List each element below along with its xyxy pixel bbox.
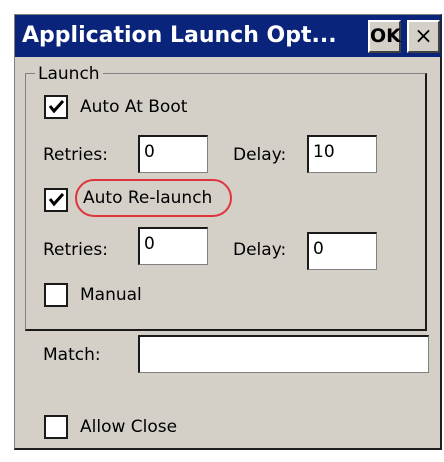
auto-at-boot-delay-label: Delay: [233, 145, 287, 165]
match-label: Match: [43, 345, 101, 365]
auto-at-boot-retries-label: Retries: [43, 145, 108, 165]
auto-at-boot-checkbox[interactable] [44, 95, 68, 119]
title-bar: Application Launch Opt... OK × [15, 15, 441, 57]
auto-relaunch-checkbox[interactable] [44, 188, 68, 212]
check-icon [48, 192, 65, 207]
auto-relaunch-retries-label: Retries: [43, 240, 108, 260]
auto-at-boot-delay-input[interactable]: 10 [307, 135, 377, 173]
match-input[interactable] [138, 335, 429, 373]
auto-relaunch-delay-input[interactable]: 0 [307, 232, 377, 270]
close-button[interactable]: × [407, 20, 440, 53]
manual-checkbox[interactable] [44, 283, 68, 307]
check-icon [48, 99, 65, 114]
launch-group-label: Launch [35, 63, 103, 85]
ok-button[interactable]: OK [368, 20, 401, 53]
auto-relaunch-retries-input[interactable]: 0 [138, 227, 208, 265]
auto-relaunch-delay-label: Delay: [233, 240, 287, 260]
allow-close-checkbox[interactable] [44, 415, 68, 439]
window-title: Application Launch Opt... [22, 23, 337, 48]
auto-at-boot-label[interactable]: Auto At Boot [80, 95, 187, 119]
allow-close-label[interactable]: Allow Close [80, 415, 177, 439]
auto-relaunch-label[interactable]: Auto Re-launch [83, 186, 212, 210]
auto-at-boot-retries-input[interactable]: 0 [138, 135, 208, 173]
manual-label[interactable]: Manual [80, 283, 142, 307]
